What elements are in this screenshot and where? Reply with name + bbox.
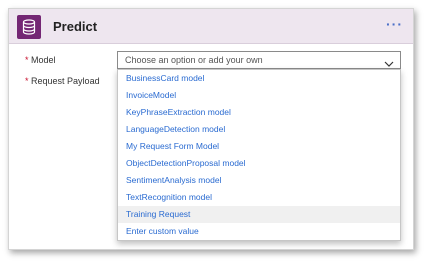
dropdown-option-keyphrase[interactable]: KeyPhraseExtraction model	[118, 104, 400, 121]
card-title: Predict	[53, 19, 98, 34]
dropdown-option-my-request-form[interactable]: My Request Form Model	[118, 138, 400, 155]
model-label-text: Model	[31, 55, 56, 65]
dropdown-option-textrecognition[interactable]: TextRecognition model	[118, 189, 400, 206]
dropdown-option-businesscard[interactable]: BusinessCard model	[118, 70, 400, 87]
more-options-button[interactable]: ···	[386, 16, 403, 32]
database-icon-glyph	[22, 19, 36, 35]
predict-card: Predict ··· * Model Choose an option or …	[8, 8, 414, 250]
dropdown-option-sentiment[interactable]: SentimentAnalysis model	[118, 172, 400, 189]
dropdown-option-objectdetection[interactable]: ObjectDetectionProposal model	[118, 155, 400, 172]
model-dropdown-list: BusinessCard model InvoiceModel KeyPhras…	[117, 69, 401, 241]
dropdown-option-invoice[interactable]: InvoiceModel	[118, 87, 400, 104]
card-header[interactable]: Predict ···	[9, 9, 413, 44]
model-label: * Model	[25, 55, 56, 65]
dropdown-option-training-request[interactable]: Training Request	[118, 206, 400, 223]
request-payload-label-text: Request Payload	[31, 76, 100, 86]
dropdown-option-languagedetection[interactable]: LanguageDetection model	[118, 121, 400, 138]
dropdown-option-custom-value[interactable]: Enter custom value	[118, 223, 400, 240]
model-select-placeholder: Choose an option or add your own	[125, 55, 263, 65]
request-payload-label: * Request Payload	[25, 76, 100, 86]
database-icon	[17, 15, 41, 39]
model-select[interactable]: Choose an option or add your own	[117, 51, 401, 69]
required-mark: *	[25, 55, 29, 65]
required-mark: *	[25, 76, 29, 86]
